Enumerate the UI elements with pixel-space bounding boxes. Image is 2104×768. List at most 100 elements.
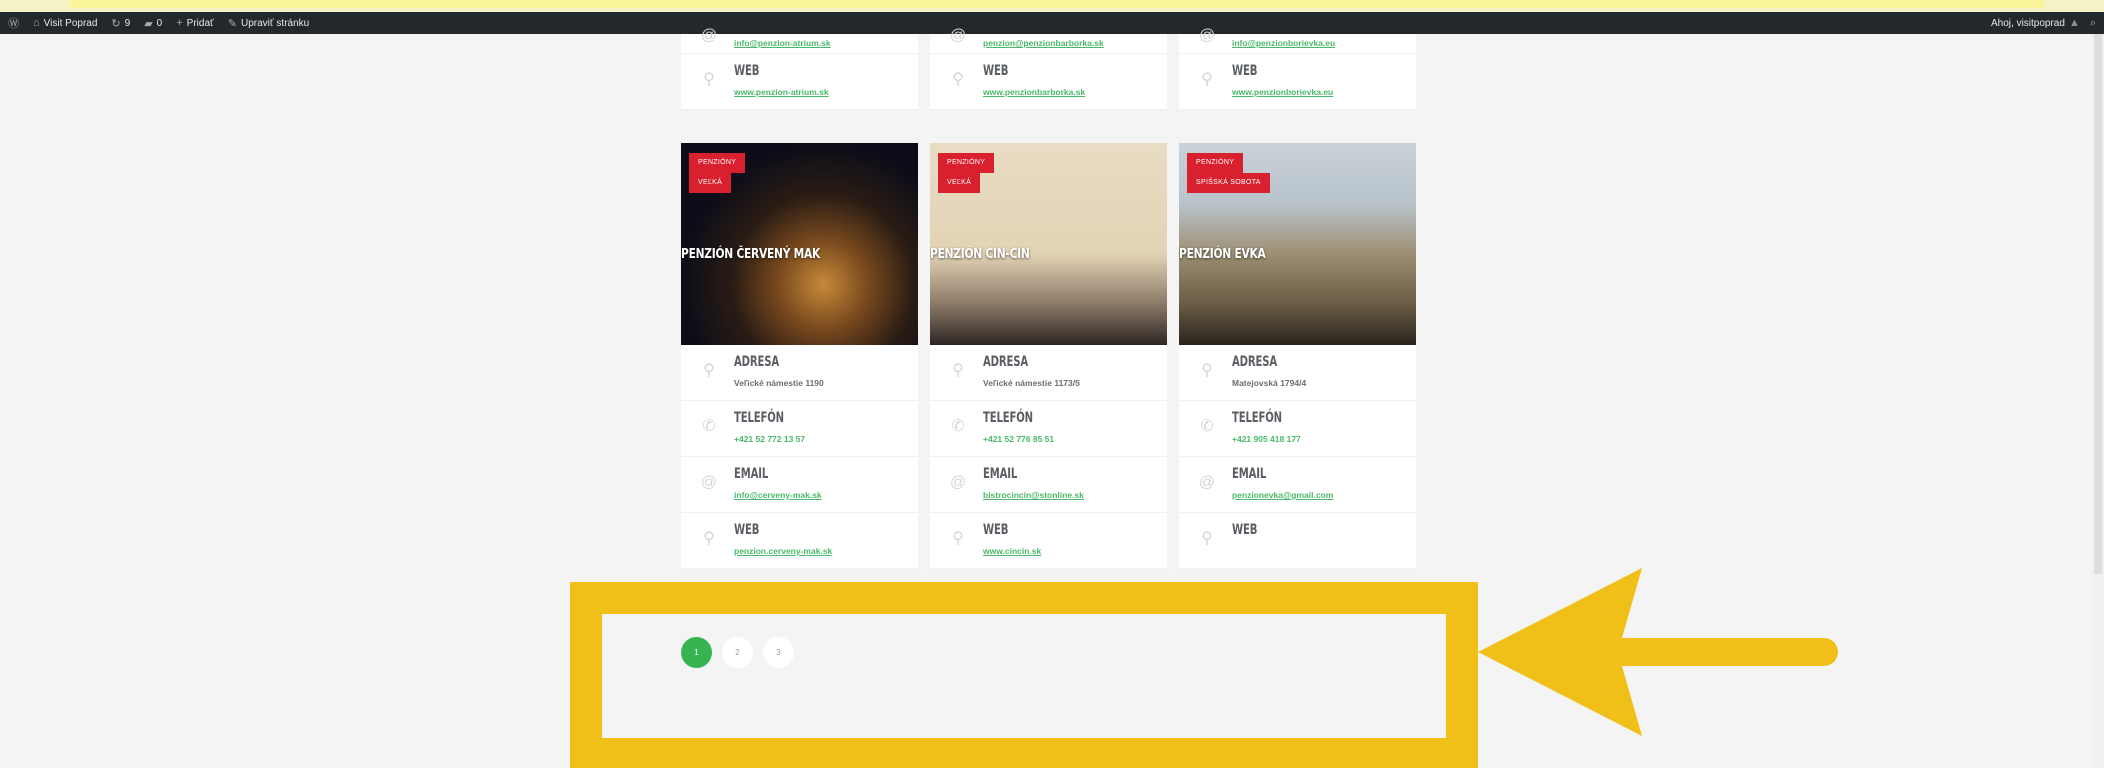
search-icon[interactable]: ⌕ [2090, 17, 2096, 30]
page-3-button[interactable]: 3 [763, 637, 794, 668]
email-row: @ info@penzionborievka.eu [1179, 27, 1416, 54]
at-icon: @ [1198, 27, 1216, 44]
phone-row: ✆ TELEFÓN +421 52 772 13 57 [681, 401, 918, 457]
category-tag[interactable]: PENZIÓNY [938, 153, 995, 173]
email-link[interactable]: penzion@penzionbarborka.sk [983, 38, 1104, 48]
location-tag[interactable]: SPIŠSKÁ SOBOTA [1187, 173, 1270, 193]
greeting-label: Ahoj, visitpoprad [1991, 17, 2065, 29]
pencil-icon: ✎ [227, 17, 237, 30]
card-title[interactable]: PENZIÓN EVKA [1179, 247, 1266, 262]
category-tag[interactable]: PENZIÓNY [1187, 153, 1244, 173]
web-label: WEB [1232, 522, 1258, 538]
web-link[interactable]: www.penzionborievka.eu [1232, 87, 1333, 97]
address-value: Matejovská 1794/4 [1232, 378, 1307, 388]
email-row: @ info@penzion-atrium.sk [681, 27, 918, 54]
email-row: @ EMAIL penzionevka@gmail.com [1179, 457, 1416, 513]
link-icon: ⚲ [952, 71, 964, 88]
address-row: ⚲ ADRESA Veľické námestie 1173/5 [930, 345, 1167, 401]
page-scrollbar[interactable] [2092, 34, 2104, 768]
edit-page-label: Upraviť stránku [240, 17, 310, 29]
email-link[interactable]: penzionevka@gmail.com [1232, 490, 1333, 500]
location-tag[interactable]: VEĽKÁ [689, 173, 732, 193]
at-icon: @ [949, 27, 967, 44]
wordpress-icon: Ⓦ [8, 18, 19, 30]
top-notice-bar [70, 0, 2044, 8]
top-notice-strip [0, 0, 2104, 12]
comments-count: 0 [156, 17, 163, 29]
at-icon: @ [949, 474, 967, 491]
web-row: ⚲ WEB www.penzionbarborka.sk [930, 54, 1167, 110]
phone-value[interactable]: +421 905 418 177 [1232, 434, 1301, 444]
email-label: EMAIL [1232, 466, 1267, 482]
web-link[interactable]: www.penzionbarborka.sk [983, 87, 1085, 97]
card-title[interactable]: PENZIÓN CIN-CIN [930, 247, 1030, 262]
address-label: ADRESA [734, 354, 780, 370]
card-photo[interactable]: PENZIÓNY VEĽKÁ PENZIÓN CIN-CIN [930, 143, 1167, 345]
highlight-frame-bottom [570, 738, 1478, 768]
at-icon: @ [1198, 474, 1216, 491]
comments-link[interactable]: ▰ 0 [144, 17, 162, 30]
card-photo[interactable]: PENZIÓNY SPIŠSKÁ SOBOTA PENZIÓN EVKA [1179, 143, 1416, 345]
top-card-3: @ info@penzionborievka.eu ⚲ WEB www.penz… [1179, 27, 1416, 110]
account-menu[interactable]: Ahoj, visitpoprad ▲ [1991, 17, 2080, 29]
email-label: EMAIL [983, 466, 1018, 482]
phone-row: ✆ TELEFÓN +421 52 776 85 51 [930, 401, 1167, 457]
email-link[interactable]: bistrocincin@stonline.sk [983, 490, 1084, 500]
link-icon: ⚲ [703, 530, 715, 547]
page-1-button[interactable]: 1 [681, 637, 712, 668]
address-row: ⚲ ADRESA Matejovská 1794/4 [1179, 345, 1416, 401]
category-tag[interactable]: PENZIÓNY [689, 153, 746, 173]
location-tag[interactable]: VEĽKÁ [938, 173, 981, 193]
web-link[interactable]: www.cincin.sk [983, 546, 1041, 556]
new-content-label: Pridať [186, 17, 214, 29]
page-2-button[interactable]: 2 [722, 637, 753, 668]
email-link[interactable]: info@cerveny-mak.sk [734, 490, 822, 500]
address-label: ADRESA [983, 354, 1029, 370]
updates-link[interactable]: ↻ 9 [111, 17, 130, 30]
left-arrow-icon [1478, 568, 1838, 736]
web-label: WEB [983, 522, 1009, 538]
address-value: Veľické námestie 1173/5 [983, 378, 1080, 388]
scrollbar-thumb[interactable] [2094, 34, 2102, 574]
avatar-icon: ▲ [2068, 17, 2080, 29]
phone-value[interactable]: +421 52 776 85 51 [983, 434, 1054, 444]
web-row: ⚲ WEB www.cincin.sk [930, 513, 1167, 569]
phone-icon: ✆ [1200, 418, 1214, 435]
web-label: WEB [734, 522, 760, 538]
address-label: ADRESA [1232, 354, 1278, 370]
web-link[interactable]: penzion.cerveny-mak.sk [734, 546, 832, 556]
web-link[interactable]: www.penzion-atrium.sk [734, 87, 829, 97]
web-row: ⚲ WEB www.penzion-atrium.sk [681, 54, 918, 110]
address-value: Veľické námestie 1190 [734, 378, 824, 388]
card-title[interactable]: PENZIÓN ČERVENÝ MAK [681, 247, 820, 262]
pagination: 1 2 3 [681, 637, 794, 668]
wordpress-logo-button[interactable]: Ⓦ [8, 15, 19, 31]
web-row: ⚲ WEB [1179, 513, 1416, 569]
phone-icon: ✆ [702, 418, 716, 435]
new-content-link[interactable]: + Pridať [176, 17, 214, 29]
phone-label: TELEFÓN [983, 410, 1033, 426]
phone-value[interactable]: +421 52 772 13 57 [734, 434, 805, 444]
comment-icon: ▰ [144, 17, 153, 30]
site-name-label: Visit Poprad [43, 17, 98, 29]
link-icon: ⚲ [1201, 71, 1213, 88]
email-link[interactable]: info@penzion-atrium.sk [734, 38, 831, 48]
location-pin-icon: ⚲ [1201, 362, 1213, 379]
phone-label: TELEFÓN [1232, 410, 1282, 426]
listing-card-cin-cin: PENZIÓNY VEĽKÁ PENZIÓN CIN-CIN ⚲ ADRESA … [930, 143, 1167, 569]
web-label: WEB [734, 63, 760, 79]
top-card-1: @ info@penzion-atrium.sk ⚲ WEB www.penzi… [681, 27, 918, 110]
email-link[interactable]: info@penzionborievka.eu [1232, 38, 1335, 48]
plus-icon: + [176, 17, 183, 29]
location-pin-icon: ⚲ [703, 362, 715, 379]
edit-page-link[interactable]: ✎ Upraviť stránku [228, 17, 309, 30]
email-row: @ EMAIL bistrocincin@stonline.sk [930, 457, 1167, 513]
top-card-2: @ penzion@penzionbarborka.sk ⚲ WEB www.p… [930, 27, 1167, 110]
admin-bar: Ⓦ ⌂ Visit Poprad ↻ 9 ▰ 0 + Pridať ✎ Upraviť s… [0, 12, 2104, 34]
site-name-link[interactable]: ⌂ Visit Poprad [33, 17, 97, 29]
card-photo[interactable]: PENZIÓNY VEĽKÁ PENZIÓN ČERVENÝ MAK [681, 143, 918, 345]
link-icon: ⚲ [703, 71, 715, 88]
at-icon: @ [700, 474, 718, 491]
email-label: EMAIL [734, 466, 769, 482]
listing-card-cerveny-mak: PENZIÓNY VEĽKÁ PENZIÓN ČERVENÝ MAK ⚲ ADR… [681, 143, 918, 569]
